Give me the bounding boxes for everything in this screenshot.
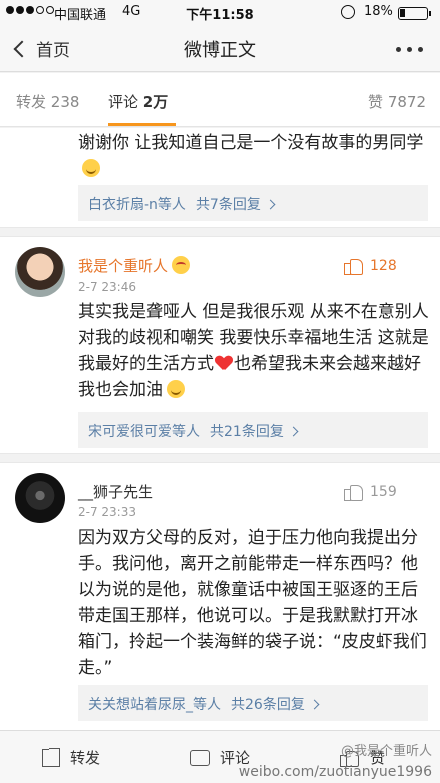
tab-forward-label: 转发 [16, 93, 47, 111]
tab-forward-count: 238 [50, 93, 80, 111]
reply-users: 关关想站着尿尿_等人 [88, 697, 221, 713]
forward-label: 转发 [70, 749, 101, 767]
active-tab-indicator [108, 123, 176, 126]
like-button[interactable]: 128 [344, 257, 397, 275]
username-text: 我是个重听人 [78, 257, 169, 275]
comment-date: 2-7 23:33 [78, 505, 136, 519]
comment-card: __狮子先生 2-7 23:33 159 因为双方父母的反对，迫于压力他向我提出… [0, 462, 440, 730]
battery-icon [398, 7, 431, 20]
battery-percent: 18% [364, 4, 393, 19]
nav-bar: 首页 微博正文 [0, 26, 440, 72]
comment-card: 谢谢你 让我知道自己是一个没有故事的男同学 白衣折扇-n等人 共7条回复 [0, 128, 440, 228]
tab-comment-label: 评论 [108, 93, 139, 111]
rotation-lock-icon [341, 5, 355, 19]
reply-users: 宋可爱很可爱等人 [88, 424, 200, 440]
avatar[interactable] [15, 473, 65, 523]
tab-bar: 转发 238 评论 2万 赞 7872 [0, 73, 440, 127]
reply-summary[interactable]: 白衣折扇-n等人 共7条回复 [78, 185, 428, 221]
like-count: 159 [370, 484, 397, 500]
like-button[interactable]: 159 [344, 483, 397, 501]
reply-users: 白衣折扇-n等人 [88, 197, 186, 213]
like-count: 128 [370, 258, 397, 274]
smile-emoji-icon [167, 380, 185, 398]
tab-like-count: 7872 [387, 93, 426, 111]
comment-card: 我是个重听人 2-7 23:46 128 其实我是聋哑人 但是我很乐观 从来不在… [0, 236, 440, 454]
comment-text-body: 谢谢你 让我知道自己是一个没有故事的男同学 [78, 133, 424, 153]
tab-comment-count: 2万 [142, 93, 169, 111]
comment-date: 2-7 23:46 [78, 280, 136, 294]
comment-text: 其实我是聋哑人 但是我很乐观 从来不在意别人对我的歧视和嘲笑 我要快乐幸福地生活… [78, 299, 430, 403]
username[interactable]: 我是个重听人 [78, 255, 191, 276]
reply-count: 共21条回复 [210, 424, 284, 440]
watermark-handle: @我是个重听人 [340, 744, 432, 759]
tab-like-label: 赞 [368, 93, 384, 111]
watermark: @我是个重听人 weibo.com/zuotianyue1996 [239, 742, 432, 782]
forward-button[interactable]: 转发 [42, 747, 100, 768]
tab-forward[interactable]: 转发 238 [16, 91, 79, 112]
watermark-url: weibo.com/zuotianyue1996 [238, 764, 432, 780]
comment-text: 谢谢你 让我知道自己是一个没有故事的男同学 [78, 130, 428, 182]
status-bar: 中国联通 4G 下午11:58 18% [0, 0, 440, 26]
tab-like[interactable]: 赞 7872 [368, 91, 426, 112]
reply-count: 共7条回复 [195, 197, 261, 213]
comment-icon [190, 749, 210, 766]
chevron-right-icon [265, 199, 276, 210]
tab-comment[interactable]: 评论 2万 [108, 91, 168, 112]
love-emoji-icon [172, 256, 191, 274]
thumbs-up-icon [344, 483, 363, 501]
comment-text: 因为双方父母的反对，迫于压力他向我提出分手。我问他，离开之前能带走一样东西吗？他… [78, 528, 427, 678]
chevron-right-icon [288, 426, 299, 437]
heart-icon [216, 356, 232, 370]
username[interactable]: __狮子先生 [78, 481, 153, 502]
reply-count: 共26条回复 [231, 697, 305, 713]
page-title: 微博正文 [184, 40, 256, 61]
more-options-icon[interactable] [396, 47, 423, 52]
smile-emoji-icon [82, 159, 100, 177]
chevron-right-icon [309, 699, 320, 710]
reply-summary[interactable]: 关关想站着尿尿_等人 共26条回复 [78, 685, 428, 721]
thumbs-up-icon [344, 257, 363, 275]
avatar[interactable] [15, 247, 65, 297]
share-icon [42, 747, 60, 767]
reply-summary[interactable]: 宋可爱很可爱等人 共21条回复 [78, 412, 428, 448]
